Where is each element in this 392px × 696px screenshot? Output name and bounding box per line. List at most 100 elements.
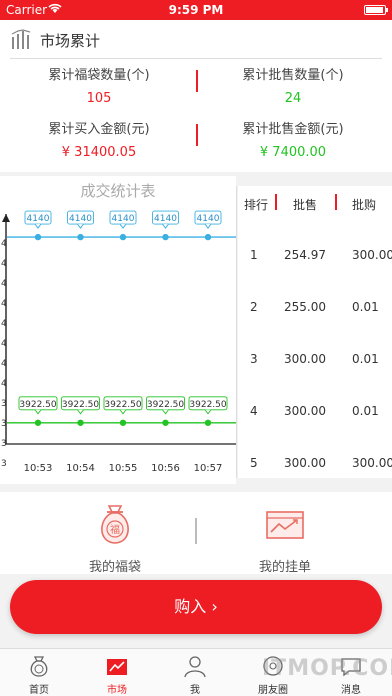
x-tick-label: 10:55 (109, 463, 138, 474)
x-tick-label: 10:53 (24, 463, 53, 474)
data-label-pointer (119, 409, 127, 415)
data-point (162, 233, 169, 241)
data-label: 3922.50 (104, 400, 141, 410)
data-label: 3922.50 (62, 400, 99, 410)
tab-label: 朋友圈 (258, 685, 288, 696)
y-tick-label: 4 (1, 259, 7, 269)
data-label: 3922.50 (147, 400, 184, 410)
rank-number: 5 (250, 456, 258, 470)
rank-header: 排行 (244, 198, 269, 212)
data-label-pointer (34, 409, 42, 415)
rank-number: 1 (250, 248, 258, 262)
data-label-pointer (119, 223, 127, 229)
x-tick-label: 10:54 (66, 463, 95, 474)
market-icon (107, 659, 127, 675)
summary-header: 市场累计 (10, 26, 382, 56)
purchase-price: 0.01 (352, 352, 379, 366)
tab-label: 消息 (341, 685, 361, 696)
summary-title: 市场累计 (40, 32, 101, 50)
header-divider (335, 194, 337, 210)
chart-bars-icon (11, 29, 31, 49)
stat-label: 累计批售金额(元) (242, 122, 344, 137)
stat-value: 105 (86, 91, 112, 106)
home-icon (30, 656, 48, 677)
ranking-table: 排行 批售 批购 1 254.97 300.00 2 255.00 0.01 3 300.00… (238, 186, 392, 478)
buy-button[interactable]: 购入 › (10, 580, 382, 634)
stat-label: 累计福袋数量(个) (48, 68, 150, 83)
tab-home[interactable]: 首页 (0, 649, 78, 696)
wholesale-price: 300.00 (284, 404, 326, 418)
tab-label: 我 (190, 685, 200, 696)
action-row: 福 我的福袋 我的挂单 (0, 492, 392, 575)
data-label: 4140 (27, 214, 50, 224)
divider (195, 518, 197, 544)
tab-me[interactable]: 我 (156, 649, 234, 696)
data-label-pointer (162, 223, 169, 229)
data-point (204, 233, 212, 241)
data-label-pointer (34, 223, 42, 229)
x-tick-label: 10:57 (194, 463, 223, 474)
clock: 9:59 PM (168, 3, 224, 17)
data-point (77, 233, 84, 241)
stat-wholesale-amount: 累计批售金额(元) ¥ 7400.00 (208, 118, 378, 160)
battery-icon (364, 5, 388, 15)
y-axis-arrow (2, 214, 10, 222)
data-label: 3922.50 (189, 400, 226, 410)
y-tick-label: 3 (1, 439, 7, 449)
y-tick-label: 4 (1, 299, 7, 309)
purchase-price: 0.01 (352, 404, 379, 418)
y-tick-label: 3 (1, 419, 7, 429)
stat-bag-count: 累计福袋数量(个) 105 (14, 64, 184, 106)
orders-chart-icon (266, 511, 304, 539)
wholesale-header: 批售 (293, 198, 318, 212)
me-icon (184, 656, 206, 678)
data-point (119, 233, 127, 241)
divider (236, 186, 237, 478)
market-summary: 市场累计 累计福袋数量(个) 105 累计批售数量(个) 24 累计买入金额(元… (0, 20, 392, 172)
purchase-price: 0.01 (352, 300, 379, 314)
data-point (34, 233, 42, 241)
tab-market[interactable]: 市场 (78, 649, 156, 696)
my-orders-label: 我的挂单 (258, 560, 311, 575)
trade-chart-svg: 4 4 4 4 4 4 4 4 3 3 3 3 10:53 10:54 10:55 10:56 10:57 414… (1, 210, 236, 474)
stat-value: ¥ 7400.00 (259, 145, 327, 160)
bag-icon-char: 福 (110, 523, 120, 536)
stat-label: 累计批售数量(个) (242, 68, 344, 83)
my-bag-label: 我的福袋 (88, 560, 141, 575)
tab-label: 首页 (29, 685, 49, 696)
my-bag-button[interactable]: 福 我的福袋 (40, 500, 190, 575)
wholesale-price: 254.97 (284, 248, 326, 262)
data-label-pointer (204, 409, 212, 415)
data-label: 4140 (69, 214, 92, 224)
data-point (77, 419, 84, 426)
stat-label: 累计买入金额(元) (48, 122, 150, 137)
purchase-price: 300.00 (352, 248, 392, 262)
rank-number: 3 (250, 352, 258, 366)
data-label-pointer (204, 223, 212, 229)
y-tick-label: 4 (1, 339, 7, 349)
y-tick-label: 3 (1, 399, 7, 409)
data-point (162, 419, 169, 426)
status-bar: Carrier 9:59 PM (0, 0, 392, 20)
wholesale-price: 300.00 (284, 352, 326, 366)
data-label-pointer (77, 223, 84, 229)
wholesale-price: 255.00 (284, 300, 326, 314)
data-label: 4140 (154, 214, 177, 224)
stat-divider (196, 70, 198, 92)
data-label: 4140 (197, 214, 220, 224)
data-label: 3922.50 (19, 400, 56, 410)
tab-label: 市场 (107, 685, 127, 696)
data-point (119, 419, 127, 426)
purchase-header: 批购 (352, 198, 377, 212)
x-tick-label: 10:56 (151, 463, 180, 474)
my-orders-button[interactable]: 我的挂单 (210, 500, 360, 575)
trade-chart: 成交统计表 4 4 4 4 4 4 4 4 3 3 3 3 10:53 10:54 10:55 10:56 10… (0, 176, 236, 484)
rank-number: 2 (250, 300, 258, 314)
wholesale-price: 300.00 (284, 456, 326, 470)
lucky-bag-icon: 福 (101, 505, 129, 544)
stat-value: ¥ 31400.05 (61, 145, 137, 160)
watermark: ITMOP.COM (262, 656, 392, 681)
rank-number: 4 (250, 404, 258, 418)
y-tick-label: 4 (1, 239, 7, 249)
data-point (34, 419, 42, 426)
